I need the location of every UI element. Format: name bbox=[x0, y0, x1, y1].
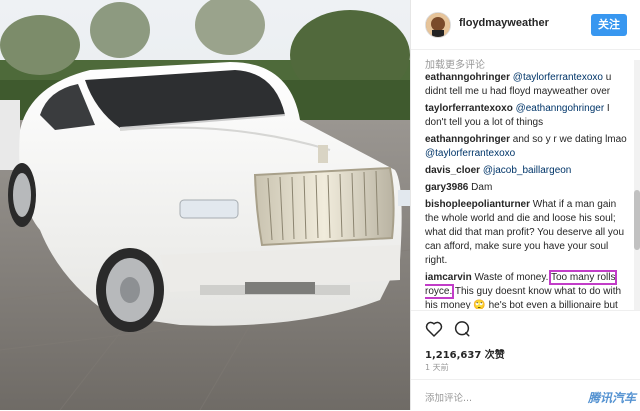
comment-text: This guy doesnt know what to do with his… bbox=[425, 286, 622, 309]
list-item: gary3986 Dam bbox=[425, 181, 627, 195]
follow-button[interactable]: 关注 bbox=[591, 14, 627, 36]
highlight-box: royce. bbox=[425, 284, 455, 299]
comment-text: Dam bbox=[471, 182, 493, 193]
post-username[interactable]: floydmayweather bbox=[459, 17, 549, 29]
highlight-box: Too many rolls bbox=[548, 270, 618, 285]
comment-list: eathanngohringer @taylorferrantexoxo u d… bbox=[425, 71, 627, 309]
heart-outline-icon[interactable] bbox=[425, 320, 443, 342]
list-item: eathanngohringer and so y r we dating lm… bbox=[425, 133, 627, 161]
scrollbar-thumb[interactable] bbox=[634, 190, 640, 250]
post-photo bbox=[0, 0, 410, 410]
comment-username[interactable]: eathanngohringer bbox=[425, 134, 510, 145]
comment-mention[interactable]: @taylorferrantexoxo bbox=[425, 148, 515, 159]
watermark-text: 腾讯汽车 bbox=[587, 391, 636, 405]
comments-scrollbar[interactable] bbox=[634, 60, 640, 310]
comment-username[interactable]: taylorferrantexoxo bbox=[425, 103, 513, 114]
list-item: bishopleepolianturner What if a man gain… bbox=[425, 198, 627, 268]
rolls-royce-photo bbox=[0, 0, 410, 410]
instagram-post-panel: floydmayweather 关注 加载更多评论 eathanngohring… bbox=[410, 0, 640, 410]
post-timestamp: 1 天前 bbox=[425, 363, 449, 372]
comment-text: and so y r we dating lmao bbox=[512, 134, 627, 145]
list-item: taylorferrantexoxo @eathanngohringer I d… bbox=[425, 102, 627, 130]
add-comment-placeholder[interactable]: 添加评论... bbox=[425, 390, 472, 404]
list-item: eathanngohringer @taylorferrantexoxo u d… bbox=[425, 71, 627, 99]
comment-username[interactable]: bishopleepolianturner bbox=[425, 199, 530, 210]
list-item-highlighted: iamcarvin Waste of money. Too many rolls… bbox=[425, 270, 627, 309]
comment-username[interactable]: gary3986 bbox=[425, 182, 468, 193]
comment-username[interactable]: eathanngohringer bbox=[425, 72, 510, 83]
comment-mention[interactable]: @taylorferrantexoxo bbox=[513, 72, 603, 83]
avatar[interactable] bbox=[425, 12, 451, 38]
comment-username[interactable]: davis_cloer bbox=[425, 165, 480, 176]
like-count: 1,216,637 次赞 bbox=[425, 350, 505, 361]
load-more-comments-link[interactable]: 加载更多评论 bbox=[425, 56, 485, 71]
avatar-face-icon bbox=[426, 13, 450, 37]
comment-username[interactable]: iamcarvin bbox=[425, 272, 472, 283]
comment-mention[interactable]: @jacob_baillargeon bbox=[483, 165, 572, 176]
comment-bubble-icon[interactable] bbox=[453, 320, 471, 343]
post-header: floydmayweather 关注 bbox=[411, 0, 640, 50]
comment-text: Waste of money. bbox=[474, 272, 551, 283]
comment-mention[interactable]: @eathanngohringer bbox=[516, 103, 605, 114]
watermark-logo: 腾讯汽车 bbox=[588, 389, 636, 406]
list-item: davis_cloer @jacob_baillargeon bbox=[425, 164, 627, 178]
